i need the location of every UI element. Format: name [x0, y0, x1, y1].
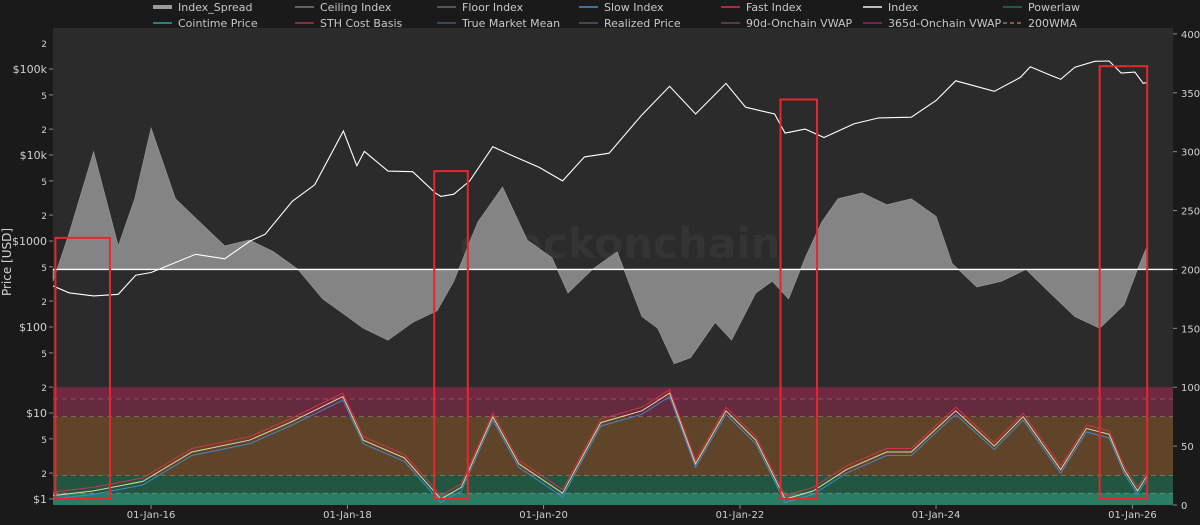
y-left-tick-label: 5 [41, 350, 47, 360]
legend-label: Index_Spread [178, 1, 253, 14]
legend-label: Floor Index [462, 1, 524, 14]
y-left-tick-label: 5 [41, 178, 47, 188]
legend-label: Slow Index [604, 1, 664, 14]
index-band-red [53, 387, 1173, 399]
y-left-tick-label: 2 [41, 40, 47, 50]
x-tick-label: 01-Jan-26 [1108, 510, 1157, 521]
y-right-tick-label: 300 [1181, 148, 1200, 159]
y-left-tick-label: $100k [13, 63, 48, 76]
y-left-tick-label: $100 [19, 321, 47, 334]
y-left-tick-label: 2 [41, 212, 47, 222]
index-band-green [53, 475, 1173, 494]
x-tick-label: 01-Jan-18 [323, 510, 372, 521]
y-left-tick-label: $1000 [12, 235, 47, 248]
legend-label: Index [888, 1, 919, 14]
y-axis-label: Price [USD] [0, 228, 14, 296]
y-left-tick-label: 2 [41, 384, 47, 394]
y-left-tick-label: 5 [41, 264, 47, 274]
legend-label: Powerlaw [1028, 1, 1080, 14]
index-band-teal [53, 493, 1173, 505]
y-left-tick-label: 2 [41, 298, 47, 308]
y-right-tick-label: 150 [1181, 324, 1200, 335]
y-left-tick-label: $10 [26, 407, 47, 420]
x-tick-label: 01-Jan-20 [519, 510, 568, 521]
y-right-tick-label: 250 [1181, 207, 1200, 218]
y-right-tick-label: 50 [1181, 442, 1194, 453]
y-left-tick-label: 5 [41, 92, 47, 102]
x-tick-label: 01-Jan-24 [912, 510, 961, 521]
y-right-tick-label: 200 [1181, 265, 1200, 276]
x-tick-label: 01-Jan-22 [716, 510, 765, 521]
chart-svg: Index_Spread Ceiling Index Floor Index Slow… [0, 0, 1200, 521]
y-left-tick-label: 2 [41, 470, 47, 480]
chart-container: Index_Spread Ceiling Index Floor Index Slow… [0, 0, 1200, 521]
y-right-tick-label: 400 [1181, 30, 1200, 41]
index-band-red [53, 399, 1173, 417]
legend-label: Fast Index [746, 1, 802, 14]
legend-label: Ceiling Index [320, 1, 392, 14]
y-left-tick-label: $1 [33, 493, 47, 506]
y-left-tick-label: 2 [41, 126, 47, 136]
y-left-tick-label: $10k [20, 149, 48, 162]
x-tick-label: 01-Jan-16 [127, 510, 176, 521]
y-right-tick-label: 100 [1181, 383, 1200, 394]
y-right-tick-label: 350 [1181, 89, 1200, 100]
y-left-tick-label: 5 [41, 436, 47, 446]
y-right-tick-label: 0 [1181, 501, 1187, 512]
